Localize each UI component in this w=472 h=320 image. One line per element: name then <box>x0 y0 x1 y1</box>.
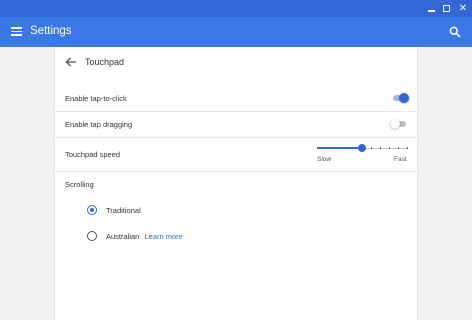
australian-label: Australian <box>106 232 140 241</box>
tap-to-click-toggle[interactable] <box>391 93 409 103</box>
scrolling-header: Scrolling <box>65 180 94 189</box>
divider <box>55 171 417 172</box>
traditional-radio[interactable] <box>87 205 97 215</box>
touchpad-speed-label: Touchpad speed <box>65 150 121 159</box>
touchpad-speed-slider[interactable] <box>317 143 408 153</box>
slider-track <box>362 147 407 149</box>
page-title: Touchpad <box>85 57 125 67</box>
slider-thumb[interactable] <box>358 144 366 152</box>
tap-dragging-label: Enable tap dragging <box>65 120 133 129</box>
app-header: Settings <box>0 17 472 47</box>
australian-label-row: Australian Learn more <box>106 232 183 241</box>
slider-tick <box>389 147 390 149</box>
slider-max-label: Fast <box>394 156 407 163</box>
slider-tick <box>398 147 399 149</box>
slider-fill <box>317 147 362 149</box>
learn-more-link[interactable]: Learn more <box>144 232 182 241</box>
australian-radio[interactable] <box>87 231 97 241</box>
app-title: Settings <box>30 25 72 37</box>
menu-icon[interactable] <box>11 27 22 36</box>
settings-card: Touchpad Enable tap-to-click Enable tap … <box>55 47 417 320</box>
divider <box>55 111 417 112</box>
tap-to-click-label: Enable tap-to-click <box>65 94 127 103</box>
window-titlebar: ✕ <box>0 0 472 17</box>
close-icon[interactable]: ✕ <box>454 0 472 17</box>
divider <box>55 137 417 138</box>
arrow-left-icon[interactable] <box>65 57 77 67</box>
search-icon[interactable] <box>449 26 461 38</box>
slider-tick <box>407 147 408 149</box>
slider-tick <box>380 147 381 149</box>
tap-dragging-toggle[interactable] <box>390 119 408 129</box>
traditional-label: Traditional <box>106 206 141 215</box>
slider-min-label: Slow <box>317 156 332 163</box>
slider-tick <box>371 147 372 149</box>
